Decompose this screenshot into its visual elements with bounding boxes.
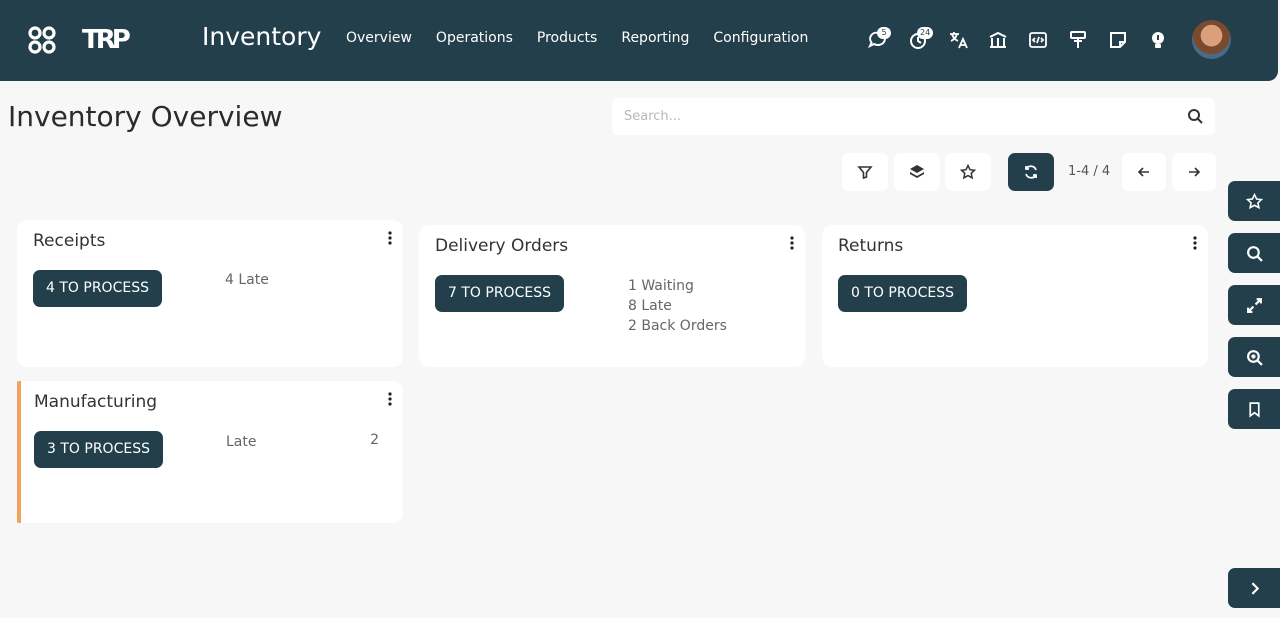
stat-waiting-link[interactable]: 1 Waiting <box>628 276 727 296</box>
pager-next-button[interactable] <box>1172 153 1216 191</box>
stat-late-link[interactable]: 8 Late <box>628 296 727 316</box>
side-expand-button[interactable] <box>1228 568 1280 608</box>
chevron-right-icon <box>1251 581 1259 595</box>
search-icon[interactable] <box>1187 108 1203 124</box>
pager-previous-button[interactable] <box>1122 153 1166 191</box>
search-bar <box>612 98 1215 135</box>
menu-item-operations[interactable]: Operations <box>436 30 513 46</box>
side-favorite-button[interactable] <box>1228 181 1280 221</box>
search-icon <box>1246 245 1263 262</box>
paint-roller-icon[interactable] <box>1058 26 1098 54</box>
stat-late-link[interactable]: Late <box>226 432 256 452</box>
menu-item-products[interactable]: Products <box>537 30 597 46</box>
side-search-button[interactable] <box>1228 233 1280 273</box>
arrow-left-icon <box>1137 167 1149 177</box>
star-icon <box>960 164 976 180</box>
to-process-button[interactable]: 4 TO PROCESS <box>33 270 162 307</box>
to-process-button[interactable]: 3 TO PROCESS <box>34 431 163 468</box>
search-input[interactable] <box>624 98 1174 135</box>
code-icon[interactable] <box>1018 26 1058 54</box>
menu-item-overview[interactable]: Overview <box>346 30 412 46</box>
stat-back-orders-link[interactable]: 2 Back Orders <box>628 316 727 336</box>
kebab-menu-icon[interactable] <box>387 391 393 406</box>
translate-icon[interactable] <box>938 26 978 54</box>
side-zoom-button[interactable] <box>1228 337 1280 377</box>
pager-value[interactable]: 1-4 / 4 <box>1068 164 1110 179</box>
card-title[interactable]: Delivery Orders <box>435 236 568 256</box>
activity-clock-icon[interactable]: 24 <box>898 26 938 54</box>
bank-icon[interactable] <box>978 26 1018 54</box>
page-title: Inventory Overview <box>8 100 283 133</box>
menu-item-reporting[interactable]: Reporting <box>621 30 689 46</box>
stat-late-link[interactable]: 4 Late <box>225 270 269 290</box>
card-title[interactable]: Returns <box>838 236 903 256</box>
card-receipts[interactable]: Receipts 4 TO PROCESS 4 Late <box>17 220 403 367</box>
kebab-menu-icon[interactable] <box>1192 235 1198 250</box>
menu-item-configuration[interactable]: Configuration <box>713 30 808 46</box>
activity-badge: 24 <box>917 27 934 39</box>
stat-late-count[interactable]: 2 <box>370 432 379 448</box>
top-navbar: TRP Inventory Overview Operations Produc… <box>0 0 1278 81</box>
layers-icon <box>910 165 924 178</box>
card-returns[interactable]: Returns 0 TO PROCESS <box>822 225 1208 367</box>
group-by-button[interactable] <box>894 153 940 191</box>
side-bookmark-button[interactable] <box>1228 389 1280 429</box>
sticky-note-icon[interactable] <box>1098 26 1138 54</box>
systray: 5 24 <box>858 26 1178 54</box>
lightbulb-icon[interactable] <box>1138 26 1178 54</box>
refresh-icon <box>1025 165 1037 179</box>
card-stats: 4 Late <box>225 270 269 290</box>
filter-button[interactable] <box>842 153 888 191</box>
side-fullscreen-button[interactable] <box>1228 285 1280 325</box>
main-menu: Overview Operations Products Reporting C… <box>346 30 832 46</box>
to-process-button[interactable]: 0 TO PROCESS <box>838 275 967 312</box>
brand-logo[interactable]: TRP <box>82 26 131 54</box>
to-process-button[interactable]: 7 TO PROCESS <box>435 275 564 312</box>
bookmark-icon <box>1248 401 1260 418</box>
kebab-menu-icon[interactable] <box>789 235 795 250</box>
kebab-menu-icon[interactable] <box>387 230 393 245</box>
user-avatar[interactable] <box>1192 20 1231 59</box>
chat-icon[interactable]: 5 <box>858 26 898 54</box>
app-title[interactable]: Inventory <box>202 22 321 51</box>
chat-badge: 5 <box>877 27 891 39</box>
card-stats: Late <box>226 432 256 452</box>
arrow-right-icon <box>1189 167 1201 177</box>
favorites-button[interactable] <box>945 153 991 191</box>
card-delivery-orders[interactable]: Delivery Orders 7 TO PROCESS 1 Waiting 8… <box>419 225 805 367</box>
card-stats: 1 Waiting 8 Late 2 Back Orders <box>628 276 727 336</box>
card-title[interactable]: Manufacturing <box>34 392 157 412</box>
star-icon <box>1245 192 1263 209</box>
zoom-in-icon <box>1246 349 1263 366</box>
refresh-button[interactable] <box>1008 153 1054 191</box>
card-title[interactable]: Receipts <box>33 231 105 251</box>
apps-menu-icon[interactable] <box>28 26 56 54</box>
expand-icon <box>1246 297 1262 313</box>
filter-icon <box>857 166 873 180</box>
card-manufacturing[interactable]: Manufacturing 3 TO PROCESS Late 2 <box>17 381 403 523</box>
